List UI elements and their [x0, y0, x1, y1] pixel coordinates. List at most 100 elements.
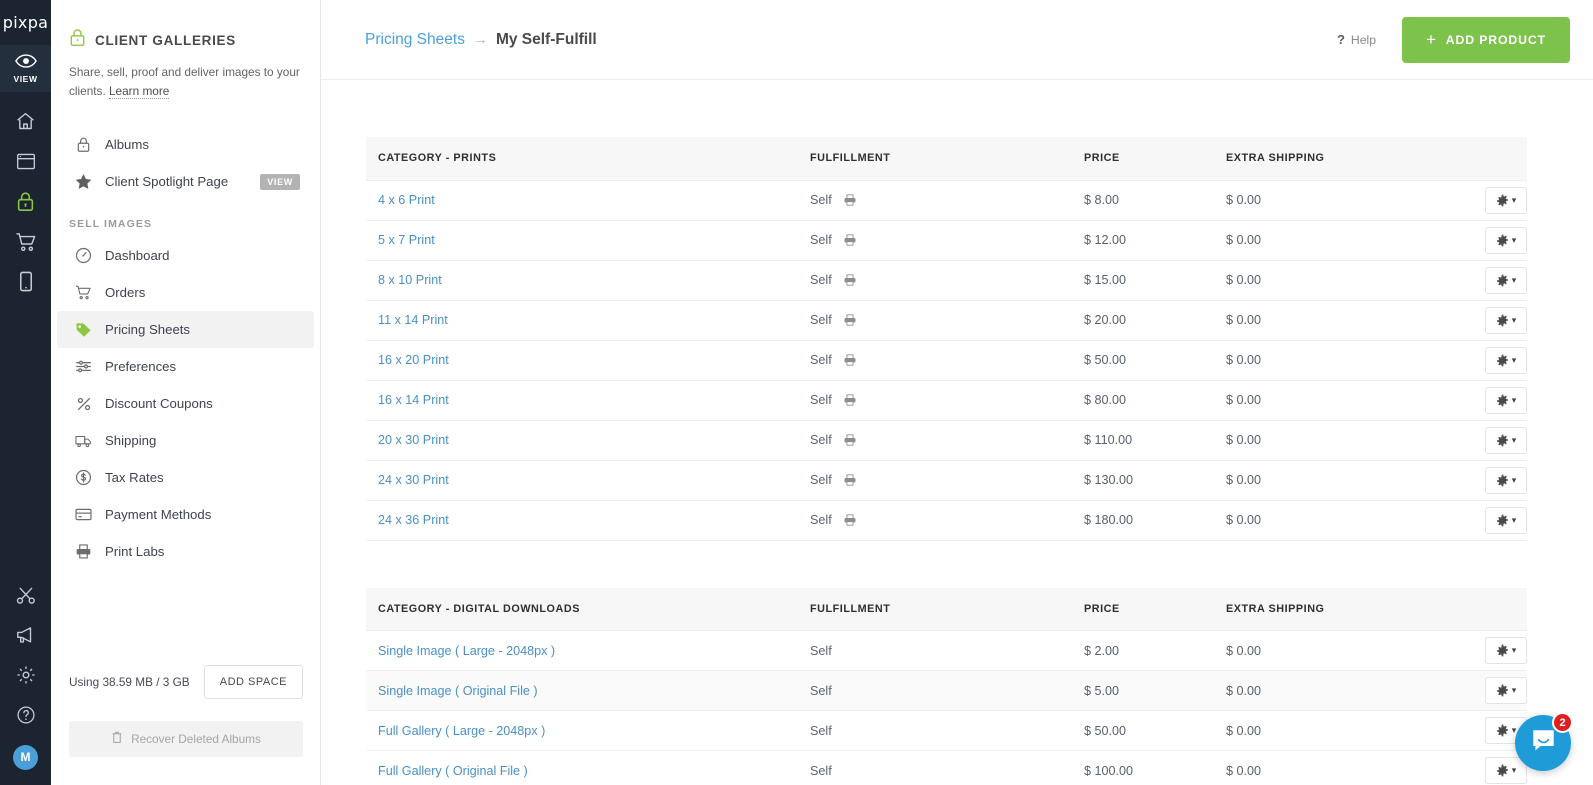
help-button[interactable]: ? Help — [1337, 32, 1376, 47]
price-cell: $ 80.00 — [1072, 380, 1214, 421]
row-actions-cell: ▾ — [1442, 500, 1527, 541]
row-settings-dropdown-button[interactable]: ▾ — [1485, 226, 1527, 254]
rail-item-store[interactable] — [0, 224, 51, 264]
table-row[interactable]: Full Gallery ( Original File ) Self $ 100.… — [366, 750, 1527, 785]
breadcrumb-current: My Self-Fulfill — [495, 30, 597, 48]
chevron-down-icon: ▾ — [1511, 645, 1517, 655]
product-name-link[interactable]: Full Gallery ( Original File ) — [378, 764, 528, 778]
table-row[interactable]: 16 x 20 Print Self $ 50.00 $ 0.00 ▾ — [366, 340, 1527, 381]
sidebar-item-discount-coupons[interactable]: Discount Coupons — [57, 385, 314, 422]
row-settings-dropdown-button[interactable]: ▾ — [1485, 677, 1527, 704]
gear-icon — [1496, 274, 1509, 287]
sidebar-item-tax-rates[interactable]: Tax Rates — [57, 459, 314, 496]
product-name-link[interactable]: 20 x 30 Print — [378, 433, 449, 447]
extra-shipping-cell: $ 0.00 — [1214, 180, 1442, 221]
rail-item-view[interactable]: VIEW — [0, 45, 51, 92]
sidebar-item-dashboard[interactable]: Dashboard — [57, 237, 314, 274]
add-product-button[interactable]: + ADD PRODUCT — [1402, 16, 1570, 63]
avatar[interactable]: M — [13, 744, 38, 770]
sidebar-item-preferences[interactable]: Preferences — [57, 348, 314, 385]
table-row[interactable]: 24 x 30 Print Self $ 130.00 $ 0.00 ▾ — [366, 460, 1527, 501]
column-header-fulfillment: FULFILLMENT — [798, 587, 1072, 631]
price-cell: $ 5.00 — [1072, 670, 1214, 711]
tag-icon — [75, 321, 92, 339]
price-cell: $ 100.00 — [1072, 750, 1214, 785]
row-settings-dropdown-button[interactable]: ▾ — [1485, 306, 1527, 334]
sidebar-item-payment-methods[interactable]: Payment Methods — [57, 496, 314, 533]
fulfillment-value: Self — [810, 393, 832, 407]
row-settings-dropdown-button[interactable]: ▾ — [1485, 466, 1527, 494]
product-name-link[interactable]: Single Image ( Large - 2048px ) — [378, 644, 555, 658]
percent-icon — [75, 396, 92, 412]
app-root: pixpa VIEW M CLIENT GALLERIES Share, sel… — [0, 0, 1593, 785]
add-space-button[interactable]: ADD SPACE — [203, 665, 303, 699]
table-row[interactable]: 4 x 6 Print Self $ 8.00 $ 0.00 ▾ — [366, 180, 1527, 221]
rail-item-settings[interactable] — [0, 657, 51, 697]
table-row[interactable]: Single Image ( Large - 2048px ) Self $ 2.0… — [366, 630, 1527, 671]
table-row[interactable]: 16 x 14 Print Self $ 80.00 $ 0.00 ▾ — [366, 380, 1527, 421]
row-settings-dropdown-button[interactable]: ▾ — [1485, 266, 1527, 294]
table-row[interactable]: 20 x 30 Print Self $ 110.00 $ 0.00 ▾ — [366, 420, 1527, 461]
pricing-tables-card: CATEGORY - PRINTS FULFILLMENT PRICE EXTR… — [366, 137, 1527, 785]
sidebar-item-client-spotlight-page[interactable]: Client Spotlight Page VIEW — [57, 163, 314, 200]
rail-item-marketing[interactable] — [0, 617, 51, 657]
user-avatar-wrapper[interactable]: M — [0, 737, 51, 777]
learn-more-link[interactable]: Learn more — [109, 83, 170, 99]
sidebar-item-label: Print Labs — [105, 544, 165, 560]
gear-icon — [1496, 354, 1509, 367]
product-name-link[interactable]: Single Image ( Original File ) — [378, 684, 538, 698]
table-row[interactable]: Full Gallery ( Large - 2048px ) Self $ 50.… — [366, 710, 1527, 751]
product-name-link[interactable]: 16 x 14 Print — [378, 393, 449, 407]
table-row[interactable]: 5 x 7 Print Self $ 12.00 $ 0.00 ▾ — [366, 220, 1527, 261]
product-name-link[interactable]: 8 x 10 Print — [378, 273, 442, 287]
gear-icon — [1496, 234, 1509, 247]
column-header-category: CATEGORY - DIGITAL DOWNLOADS — [366, 587, 798, 631]
product-name-cell: 4 x 6 Print — [366, 180, 798, 221]
sidebar-item-label: Tax Rates — [105, 470, 164, 486]
content-scroll-area[interactable]: CATEGORY - PRINTS FULFILLMENT PRICE EXTR… — [321, 80, 1593, 785]
sidebar-item-pricing-sheets[interactable]: Pricing Sheets — [57, 311, 314, 349]
rail-item-website[interactable] — [0, 144, 51, 184]
row-settings-dropdown-button[interactable]: ▾ — [1485, 386, 1527, 414]
sidebar-description-text: Share, sell, proof and deliver images to… — [69, 65, 300, 98]
chevron-down-icon: ▾ — [1511, 314, 1517, 325]
product-name-link[interactable]: 4 x 6 Print — [378, 193, 435, 207]
row-settings-dropdown-button[interactable]: ▾ — [1485, 186, 1527, 214]
eye-icon — [14, 53, 37, 73]
product-name-link[interactable]: 5 x 7 Print — [378, 233, 435, 247]
mobile-icon — [19, 271, 33, 297]
printer-icon — [843, 473, 857, 487]
product-name-link[interactable]: Full Gallery ( Large - 2048px ) — [378, 724, 545, 738]
table-row[interactable]: Single Image ( Original File ) Self $ 5.00… — [366, 670, 1527, 711]
rail-item-help[interactable] — [0, 697, 51, 737]
product-name-link[interactable]: 11 x 14 Print — [378, 313, 448, 327]
sidebar-item-orders[interactable]: Orders — [57, 274, 314, 311]
recover-deleted-albums-button[interactable]: Recover Deleted Albums — [69, 721, 303, 757]
rail-item-tools[interactable] — [0, 577, 51, 617]
breadcrumb-parent-link[interactable]: Pricing Sheets — [365, 31, 465, 49]
rail-item-mobile[interactable] — [0, 264, 51, 304]
product-name-link[interactable]: 24 x 30 Print — [378, 473, 449, 487]
table-row[interactable]: 24 x 36 Print Self $ 180.00 $ 0.00 ▾ — [366, 500, 1527, 541]
row-settings-dropdown-button[interactable]: ▾ — [1485, 346, 1527, 374]
table-row[interactable]: 8 x 10 Print Self $ 15.00 $ 0.00 ▾ — [366, 260, 1527, 301]
product-name-cell: 16 x 20 Print — [366, 340, 798, 381]
sidebar-item-print-labs[interactable]: Print Labs — [57, 533, 314, 570]
sidebar-item-label: Albums — [105, 137, 149, 153]
rail-item-home[interactable] — [0, 104, 51, 144]
product-name-cell: Single Image ( Original File ) — [366, 670, 798, 711]
client-spotlight-view-badge[interactable]: VIEW — [260, 173, 300, 190]
sidebar-item-albums[interactable]: Albums — [57, 126, 314, 163]
row-settings-dropdown-button[interactable]: ▾ — [1485, 637, 1527, 664]
row-settings-dropdown-button[interactable]: ▾ — [1485, 426, 1527, 454]
sidebar-item-shipping[interactable]: Shipping — [57, 422, 314, 459]
row-settings-dropdown-button[interactable]: ▾ — [1485, 506, 1527, 534]
intercom-launcher-button[interactable]: 2 — [1515, 712, 1573, 771]
product-name-link[interactable]: 24 x 36 Print — [378, 513, 449, 527]
product-name-link[interactable]: 16 x 20 Print — [378, 353, 449, 367]
table-row[interactable]: 11 x 14 Print Self $ 20.00 $ 0.00 ▾ — [366, 300, 1527, 341]
rail-item-client-galleries[interactable] — [0, 184, 51, 224]
digital-downloads-pricing-table: CATEGORY - DIGITAL DOWNLOADS FULFILLMENT… — [366, 587, 1527, 785]
megaphone-icon — [15, 625, 36, 650]
pixpa-logo[interactable]: pixpa — [0, 0, 51, 45]
